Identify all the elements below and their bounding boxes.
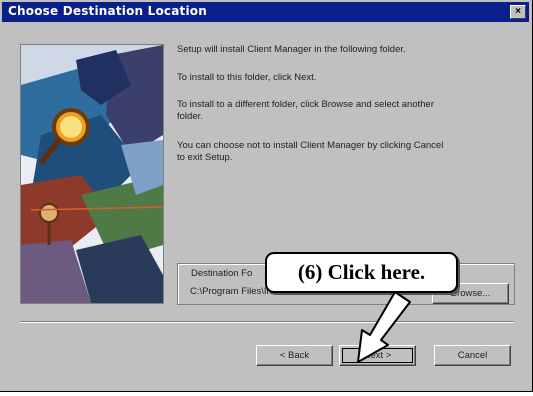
separator — [20, 321, 514, 323]
title-bar[interactable]: Choose Destination Location × — [2, 2, 529, 22]
setup-illustration — [20, 44, 164, 304]
close-button[interactable]: × — [510, 5, 526, 19]
info-line-3b: folder. — [177, 111, 203, 122]
setup-dialog: Choose Destination Location × Setup will… — [0, 0, 533, 392]
destination-folder-label: Destination Fo — [189, 268, 255, 279]
back-button-label: < Back — [279, 350, 310, 361]
detective-artwork — [21, 45, 163, 303]
close-icon: × — [515, 6, 521, 17]
callout-text: (6) Click here. — [297, 260, 426, 284]
info-line-2: To install to this folder, click Next. — [177, 72, 317, 83]
browse-button-label: Browse... — [450, 288, 491, 299]
back-button[interactable]: < Back — [256, 345, 333, 366]
next-button[interactable]: Next > — [339, 345, 416, 366]
next-button-label: Next > — [363, 350, 392, 361]
info-line-3a: To install to a different folder, click … — [177, 99, 434, 110]
cancel-button[interactable]: Cancel — [434, 345, 511, 366]
info-line-1: Setup will install Client Manager in the… — [177, 44, 406, 55]
info-line-4b: to exit Setup. — [177, 152, 233, 163]
info-line-4a: You can choose not to install Client Man… — [177, 140, 444, 151]
instruction-callout: (6) Click here. — [265, 252, 458, 293]
cancel-button-label: Cancel — [457, 350, 488, 361]
window-title: Choose Destination Location — [8, 4, 207, 18]
